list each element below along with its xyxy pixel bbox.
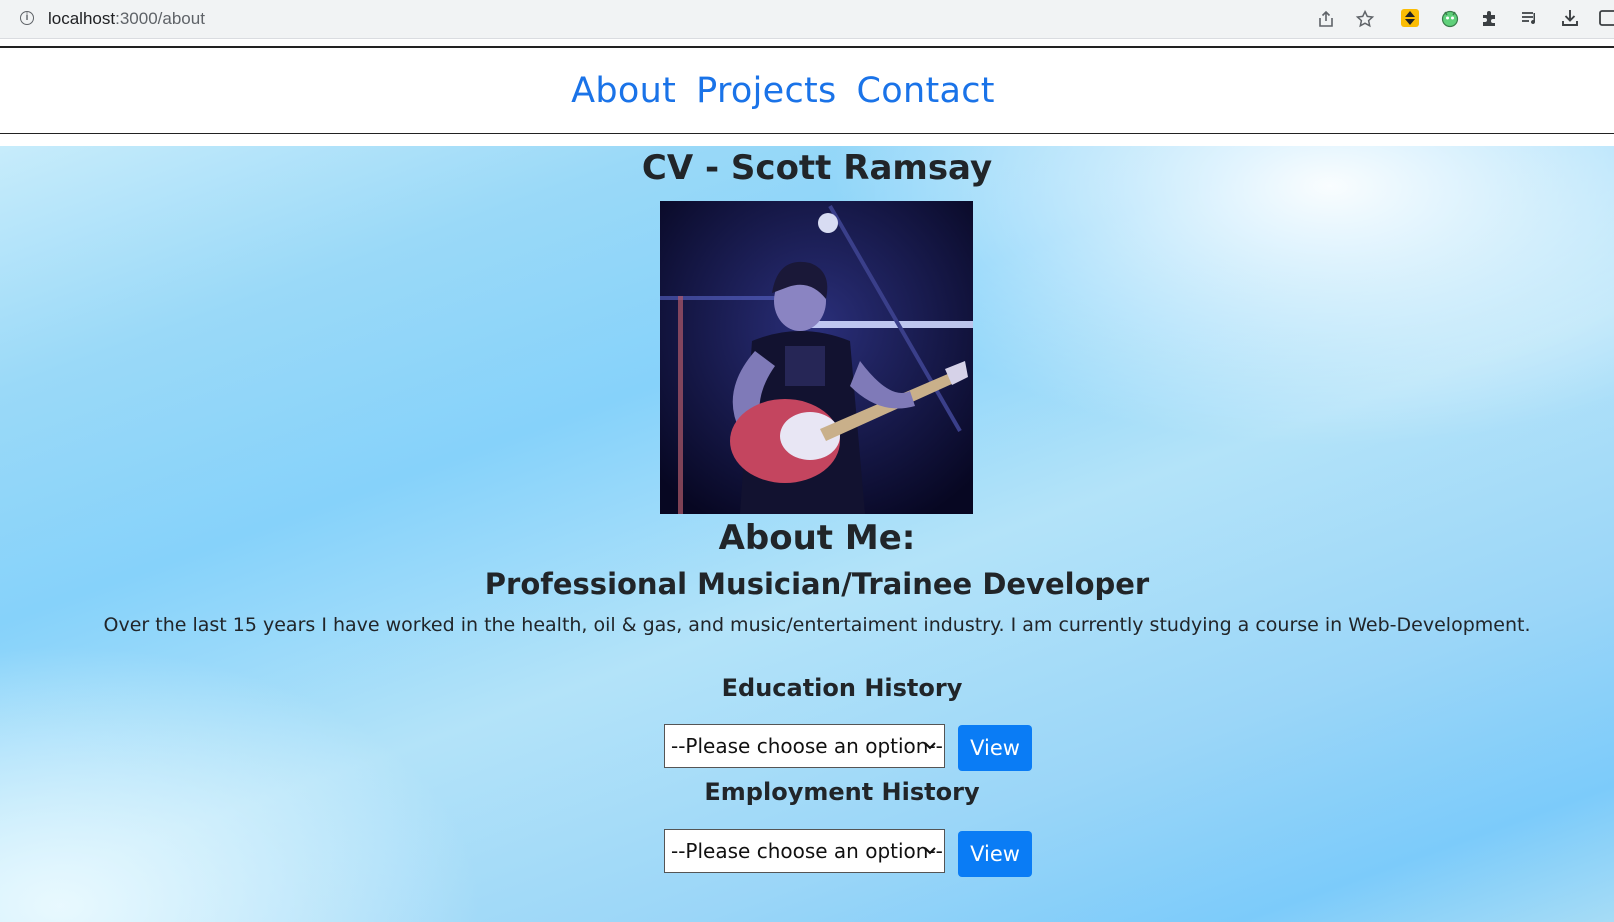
about-heading: About Me: — [718, 518, 916, 558]
reading-list-icon[interactable] — [1518, 6, 1542, 30]
page-title: CV - Scott Ramsay — [641, 148, 993, 188]
role-subtitle: Professional Musician/Trainee Developer — [484, 567, 1150, 601]
browser-toolbar: i localhost:3000/about — [0, 0, 1614, 38]
nav-link-contact[interactable]: Contact — [857, 71, 995, 111]
nav-link-about[interactable]: About — [571, 71, 676, 111]
education-view-button[interactable]: View — [958, 725, 1032, 771]
employment-view-button[interactable]: View — [958, 831, 1032, 877]
employment-select[interactable]: --Please choose an option-- — [664, 829, 945, 873]
nav-links: About Projects Contact — [0, 48, 1614, 134]
bio-text: Over the last 15 years I have worked in … — [103, 614, 1531, 636]
main-content: CV - Scott Ramsay About Me: Professional… — [0, 146, 1614, 922]
site-navbar: About Projects Contact — [0, 46, 1614, 134]
employment-title: Employment History — [704, 778, 980, 806]
star-icon[interactable] — [1353, 7, 1377, 31]
profile-photo — [660, 201, 973, 514]
share-icon[interactable] — [1314, 7, 1338, 31]
download-icon[interactable] — [1558, 6, 1582, 30]
side-panel-icon[interactable] — [1596, 6, 1614, 30]
url-host: localhost — [48, 9, 116, 28]
url-path: :3000/about — [115, 9, 205, 28]
url-text[interactable]: localhost:3000/about — [48, 9, 205, 29]
nav-link-projects[interactable]: Projects — [696, 71, 836, 111]
extensions-puzzle-icon[interactable] — [1478, 6, 1502, 30]
education-select-value: --Please choose an option-- — [671, 734, 943, 758]
info-icon[interactable]: i — [20, 11, 34, 25]
address-bar[interactable]: i localhost:3000/about — [4, 1, 1384, 37]
chevron-down-icon — [924, 847, 936, 855]
toolbar-divider — [0, 38, 1614, 45]
education-select[interactable]: --Please choose an option-- — [664, 724, 945, 768]
extension-a-icon[interactable] — [1398, 6, 1422, 30]
extension-b-icon[interactable] — [1438, 6, 1462, 30]
education-title: Education History — [721, 674, 963, 702]
chevron-down-icon — [924, 742, 936, 750]
employment-select-value: --Please choose an option-- — [671, 839, 943, 863]
